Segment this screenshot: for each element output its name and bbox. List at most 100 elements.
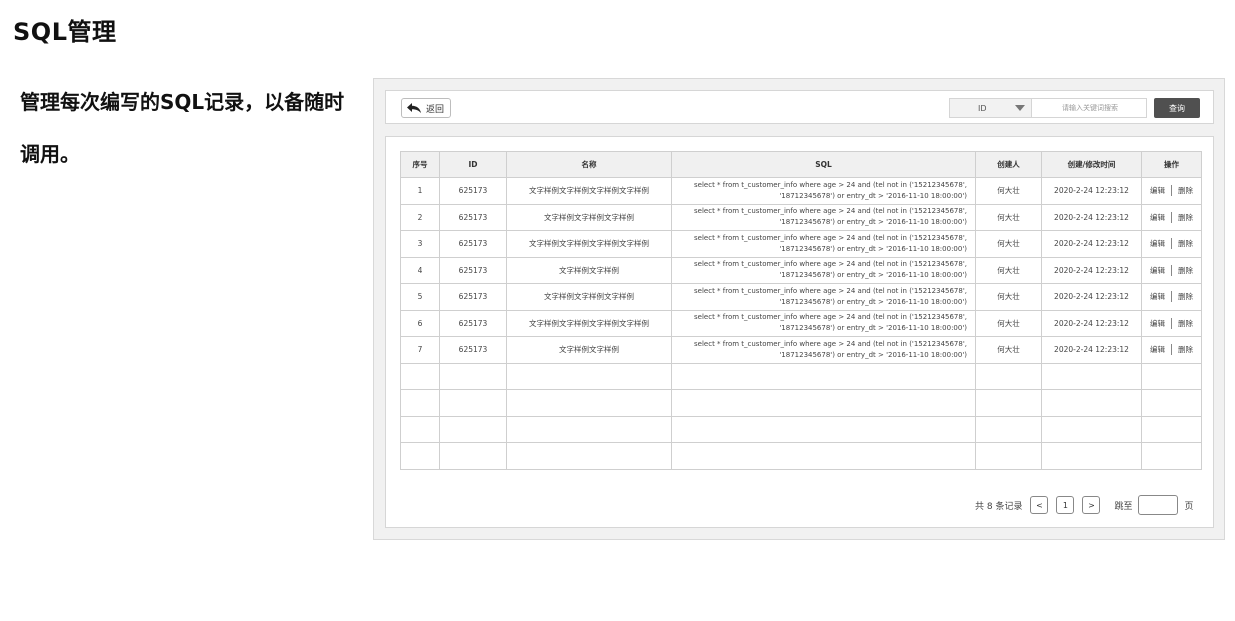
row-actions: 编辑 删除 (1141, 177, 1202, 205)
row-index: 6 (400, 309, 440, 337)
search-field-value: ID (978, 103, 987, 113)
row-sql: select * from t_customer_info where age … (671, 177, 976, 205)
row-id: 625173 (439, 230, 507, 258)
row-time: 2020-2-24 12:23:12 (1041, 283, 1142, 311)
action-divider (1171, 264, 1172, 276)
row-index: 3 (400, 230, 440, 258)
empty-row (400, 415, 1202, 443)
action-divider (1171, 238, 1172, 250)
page-description: 管理每次编写的SQL记录，以备随时调用。 (20, 90, 345, 166)
row-time: 2020-2-24 12:23:12 (1041, 203, 1142, 231)
row-time: 2020-2-24 12:23:12 (1041, 256, 1142, 284)
edit-link[interactable]: 编辑 (1150, 212, 1165, 223)
delete-link[interactable]: 删除 (1178, 238, 1193, 249)
row-actions: 编辑 删除 (1141, 203, 1202, 231)
row-sql: select * from t_customer_info where age … (671, 203, 976, 231)
action-divider (1171, 185, 1172, 197)
table-row: 4 625173 文字样例文字样例 select * from t_custom… (400, 256, 1202, 284)
row-actions: 编辑 删除 (1141, 230, 1202, 258)
table-row: 1 625173 文字样例文字样例文字样例文字样例 select * from … (400, 177, 1202, 205)
row-name: 文字样例文字样例文字样例文字样例 (506, 230, 672, 258)
empty-row (400, 389, 1202, 417)
table-row: 2 625173 文字样例文字样例文字样例 select * from t_cu… (400, 203, 1202, 231)
row-time: 2020-2-24 12:23:12 (1041, 230, 1142, 258)
row-sql: select * from t_customer_info where age … (671, 309, 976, 337)
row-creator: 何大壮 (975, 283, 1042, 311)
jump-page-input[interactable] (1138, 495, 1179, 515)
row-creator: 何大壮 (975, 203, 1042, 231)
table-row: 7 625173 文字样例文字样例 select * from t_custom… (400, 336, 1202, 364)
delete-link[interactable]: 删除 (1178, 185, 1193, 196)
row-sql: select * from t_customer_info where age … (671, 256, 976, 284)
current-page-button[interactable]: 1 (1056, 496, 1075, 514)
edit-link[interactable]: 编辑 (1150, 291, 1165, 302)
jump-label: 跳至 (1114, 501, 1133, 512)
row-creator: 何大壮 (975, 309, 1042, 337)
back-button[interactable]: 返回 (401, 98, 452, 118)
table-row: 5 625173 文字样例文字样例文字样例 select * from t_cu… (400, 283, 1202, 311)
row-sql: select * from t_customer_info where age … (671, 283, 976, 311)
column-header-index: 序号 (400, 151, 440, 178)
delete-link[interactable]: 删除 (1178, 318, 1193, 329)
row-id: 625173 (439, 283, 507, 311)
column-header-creator: 创建人 (975, 151, 1042, 178)
edit-link[interactable]: 编辑 (1150, 344, 1165, 355)
row-index: 2 (400, 203, 440, 231)
total-records: 共 8 条记录 (975, 501, 1023, 512)
edit-link[interactable]: 编辑 (1150, 318, 1165, 329)
row-name: 文字样例文字样例文字样例文字样例 (506, 309, 672, 337)
search-button[interactable]: 查询 (1154, 98, 1200, 118)
action-divider (1171, 344, 1172, 356)
row-creator: 何大壮 (975, 230, 1042, 258)
prev-page-button[interactable]: < (1030, 496, 1049, 514)
back-arrow-icon (407, 103, 421, 113)
row-sql: select * from t_customer_info where age … (671, 336, 976, 364)
chevron-down-icon (1015, 105, 1025, 111)
page-suffix: 页 (1184, 501, 1194, 512)
row-id: 625173 (439, 203, 507, 231)
action-divider (1171, 211, 1172, 223)
row-creator: 何大壮 (975, 256, 1042, 284)
search-field-select[interactable]: ID (949, 98, 1031, 118)
column-header-name: 名称 (506, 151, 672, 178)
row-index: 1 (400, 177, 440, 205)
row-actions: 编辑 删除 (1141, 336, 1202, 364)
empty-row (400, 442, 1202, 470)
column-header-actions: 操作 (1141, 151, 1202, 178)
row-id: 625173 (439, 256, 507, 284)
delete-link[interactable]: 删除 (1178, 212, 1193, 223)
delete-link[interactable]: 删除 (1178, 265, 1193, 276)
row-creator: 何大壮 (975, 177, 1042, 205)
pagination: 共 8 条记录 < 1 > 跳至 页 (975, 495, 1193, 515)
row-time: 2020-2-24 12:23:12 (1041, 336, 1142, 364)
row-name: 文字样例文字样例文字样例 (506, 283, 672, 311)
search-input[interactable] (1031, 98, 1147, 118)
row-name: 文字样例文字样例文字样例 (506, 203, 672, 231)
empty-row (400, 362, 1202, 390)
table-header-row: 序号 ID 名称 SQL 创建人 创建/修改时间 操作 (400, 151, 1202, 178)
column-header-time: 创建/修改时间 (1041, 151, 1142, 178)
table-row: 6 625173 文字样例文字样例文字样例文字样例 select * from … (400, 309, 1202, 337)
row-index: 7 (400, 336, 440, 364)
row-actions: 编辑 删除 (1141, 309, 1202, 337)
row-time: 2020-2-24 12:23:12 (1041, 309, 1142, 337)
action-divider (1171, 317, 1172, 329)
row-time: 2020-2-24 12:23:12 (1041, 177, 1142, 205)
row-actions: 编辑 删除 (1141, 283, 1202, 311)
row-actions: 编辑 删除 (1141, 256, 1202, 284)
delete-link[interactable]: 删除 (1178, 344, 1193, 355)
sql-records-table: 序号 ID 名称 SQL 创建人 创建/修改时间 操作 1 625173 文字样… (400, 151, 1202, 470)
row-creator: 何大壮 (975, 336, 1042, 364)
column-header-sql: SQL (671, 151, 976, 178)
edit-link[interactable]: 编辑 (1150, 238, 1165, 249)
row-name: 文字样例文字样例 (506, 336, 672, 364)
row-name: 文字样例文字样例文字样例文字样例 (506, 177, 672, 205)
next-page-button[interactable]: > (1082, 496, 1101, 514)
row-index: 5 (400, 283, 440, 311)
edit-link[interactable]: 编辑 (1150, 265, 1165, 276)
row-index: 4 (400, 256, 440, 284)
delete-link[interactable]: 删除 (1178, 291, 1193, 302)
row-sql: select * from t_customer_info where age … (671, 230, 976, 258)
toolbar: 返回 ID 查询 (385, 90, 1214, 124)
edit-link[interactable]: 编辑 (1150, 185, 1165, 196)
